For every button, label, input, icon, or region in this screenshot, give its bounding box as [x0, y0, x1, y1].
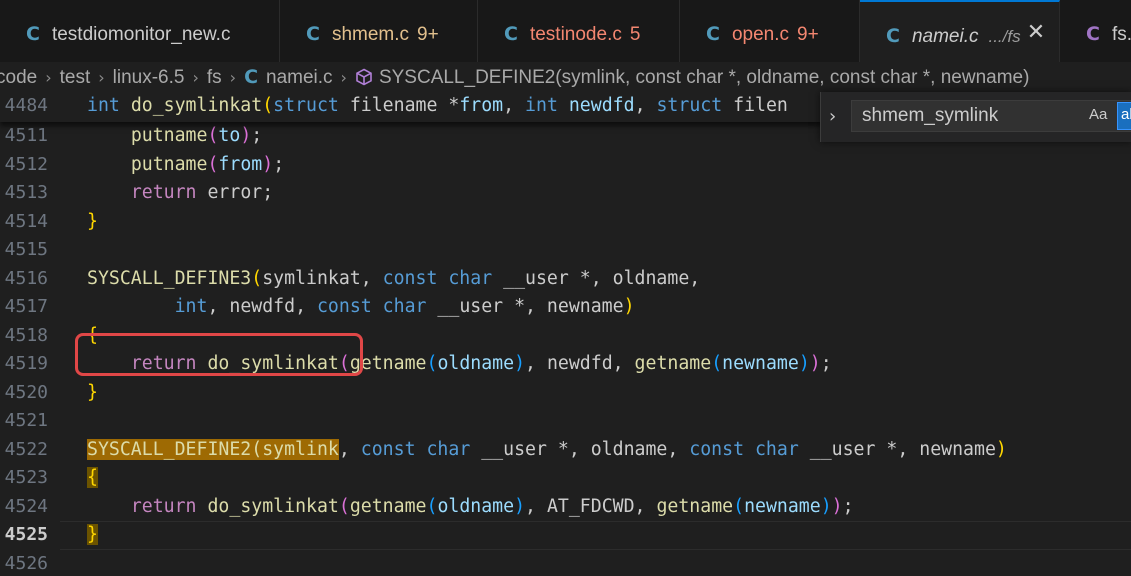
breadcrumb-item-code[interactable]: code — [0, 67, 37, 88]
annotation-highlight-box — [75, 333, 363, 376]
c-file-icon: C — [886, 25, 900, 47]
tab-label-group: Cnamei.c .../fs — [886, 24, 1021, 49]
close-icon[interactable]: ✕ — [1026, 20, 1046, 48]
tab-filename: shmem.c — [331, 24, 410, 45]
tab-label-group: Copen.c 9+ — [706, 22, 819, 47]
line-number: 4517 — [4, 296, 48, 317]
tab-label-group: Ctestinode.c 5 — [504, 22, 640, 47]
symbol-method-icon — [356, 68, 372, 86]
code-line[interactable]: 4512 putname(from); — [0, 151, 1131, 179]
tab-fs-h[interactable]: Cfs.h — [1060, 0, 1131, 62]
chevron-right-icon: › — [98, 68, 105, 87]
breadcrumb-item-test[interactable]: test — [60, 67, 91, 88]
tab-filename: testinode.c — [529, 24, 622, 45]
tab-filename: namei.c — [911, 26, 979, 47]
line-number: 4515 — [4, 239, 48, 260]
code-line[interactable]: 4525} — [0, 521, 1131, 550]
editor-tab-bar: Ctestdiomonitor_new.c Cshmem.c 9+ Ctestinod… — [0, 0, 1131, 63]
tab-open-c[interactable]: Copen.c 9+ — [680, 0, 860, 62]
tab-filename: fs.h — [1111, 24, 1131, 45]
line-number: 4484 — [4, 95, 48, 116]
c-file-icon: C — [26, 23, 40, 45]
chevron-right-icon: › — [192, 68, 199, 87]
breadcrumb-symbol[interactable]: SYSCALL_DEFINE2(symlink, const char *, o… — [379, 67, 1030, 88]
tab-testinode-c[interactable]: Ctestinode.c 5 — [478, 0, 680, 62]
code-line[interactable]: 4522 SYSCALL_DEFINE2(symlink, const char … — [0, 436, 1131, 464]
code-line[interactable]: 4523 { — [0, 464, 1131, 492]
problem-count-badge: 9+ — [797, 24, 819, 45]
line-number: 4521 — [4, 410, 48, 431]
code-text: int do_symlinkat(struct filename *from, … — [87, 95, 788, 116]
c-file-icon: C — [706, 23, 720, 45]
tab-shmem-c[interactable]: Cshmem.c 9+ — [280, 0, 478, 62]
code-line[interactable]: 4517 int, newdfd, const char __user *, n… — [0, 293, 1131, 321]
tab-label-group: Ctestdiomonitor_new.c — [26, 22, 230, 47]
code-line[interactable]: 4524 return do_symlinkat(getname(oldname… — [0, 493, 1131, 521]
tab-label-group: Cfs.h — [1086, 22, 1131, 47]
match-case-toggle[interactable]: Aa — [1089, 106, 1107, 123]
line-number: 4522 — [4, 438, 48, 460]
find-widget: › Aa ab — [820, 92, 1131, 142]
code-line[interactable]: 4521 — [0, 407, 1131, 435]
line-number: 4514 — [4, 210, 48, 232]
code-text: } — [87, 524, 98, 545]
code-text: SYSCALL_DEFINE2(symlink, const char __us… — [87, 438, 1007, 460]
code-text: { — [87, 467, 98, 488]
code-line[interactable]: 4516 SYSCALL_DEFINE3(symlinkat, const cha… — [0, 265, 1131, 293]
code-text: } — [87, 210, 98, 232]
chevron-right-icon[interactable]: › — [829, 104, 847, 130]
code-line[interactable]: 4514} — [0, 208, 1131, 236]
match-whole-word-toggle[interactable]: ab — [1117, 102, 1131, 130]
line-number: 4519 — [4, 353, 48, 374]
line-number: 4520 — [4, 381, 48, 403]
current-line-highlight — [60, 521, 1131, 550]
line-number: 4525 — [4, 524, 48, 545]
line-number: 4518 — [4, 324, 48, 346]
breadcrumb-file[interactable]: namei.c — [266, 67, 333, 88]
tab-testdiomonitor-new-c[interactable]: Ctestdiomonitor_new.c — [0, 0, 280, 62]
chevron-right-icon: › — [340, 68, 347, 87]
code-text: putname(to); — [130, 125, 263, 146]
code-text: putname(from); — [130, 153, 285, 175]
line-number: 4523 — [4, 467, 48, 488]
chevron-right-icon: › — [229, 68, 237, 87]
code-line[interactable]: 4520} — [0, 379, 1131, 407]
tab-path-description: .../fs — [988, 27, 1021, 46]
code-text: int, newdfd, const char __user *, newnam… — [174, 296, 635, 317]
tab-label-group: Cshmem.c 9+ — [306, 22, 439, 47]
chevron-right-icon: › — [45, 68, 52, 87]
c-file-icon: C — [1086, 23, 1100, 45]
tab-filename: open.c — [731, 24, 789, 45]
problem-count-badge: 9+ — [417, 24, 439, 45]
line-number: 4512 — [4, 153, 48, 175]
breadcrumb: code › test › linux-6.5 › fs › Cnamei.c › SYSCALL_… — [0, 62, 1131, 92]
breadcrumb-item-fs[interactable]: fs — [207, 67, 222, 88]
line-number: 4526 — [4, 552, 48, 574]
line-number: 4513 — [4, 182, 48, 203]
c-file-icon: C — [244, 66, 259, 88]
problem-count-badge: 5 — [629, 24, 641, 45]
code-line[interactable]: 4526 — [0, 550, 1131, 576]
tab-filename: testdiomonitor_new.c — [51, 24, 231, 45]
code-text: SYSCALL_DEFINE3(symlinkat, const char __… — [87, 267, 701, 289]
c-file-icon: C — [306, 23, 320, 45]
line-number: 4511 — [4, 125, 48, 146]
tab-namei-c[interactable]: Cnamei.c .../fs ✕ — [860, 0, 1060, 62]
code-line[interactable]: 4515 — [0, 236, 1131, 264]
line-number: 4516 — [4, 267, 48, 289]
breadcrumb-item-linux-6-5[interactable]: linux-6.5 — [113, 67, 185, 88]
line-number: 4524 — [4, 495, 48, 517]
code-text: } — [87, 381, 98, 403]
code-text: return error; — [130, 182, 274, 203]
c-file-icon: C — [504, 23, 518, 45]
code-text: return do_symlinkat(getname(oldname), AT… — [130, 495, 854, 517]
code-line[interactable]: 4513 return error; — [0, 179, 1131, 207]
